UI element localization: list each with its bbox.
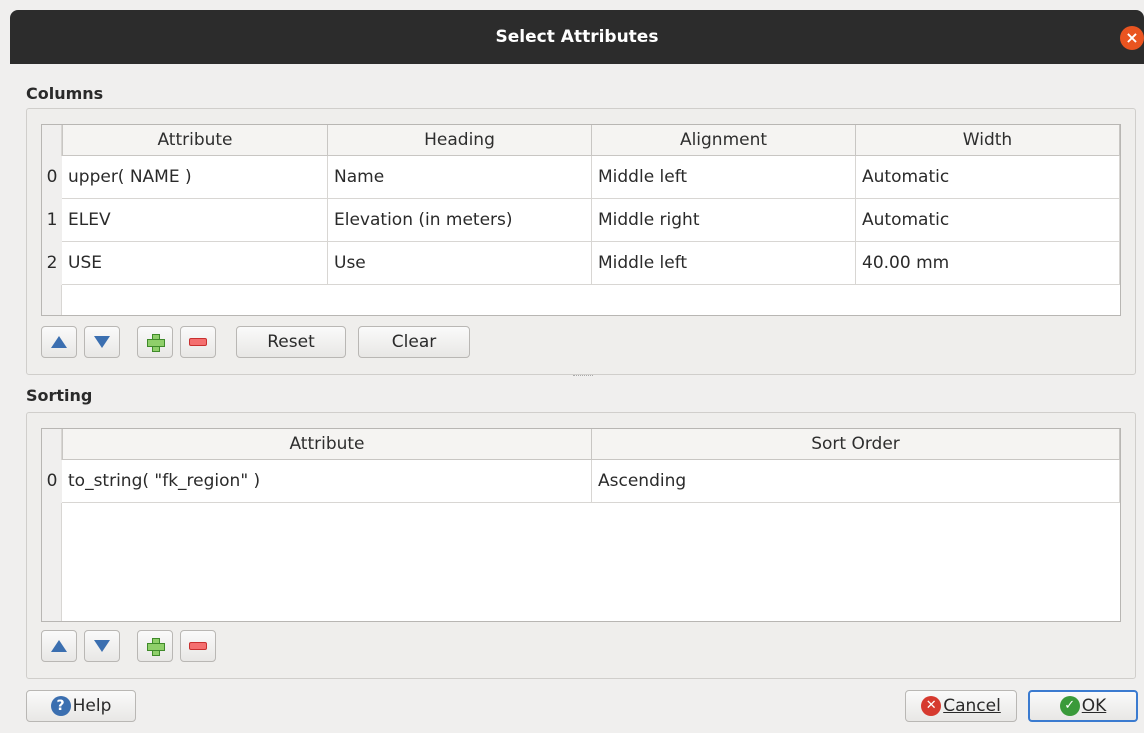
header-sort-order[interactable]: Sort Order <box>592 429 1120 459</box>
cell-alignment[interactable]: Middle left <box>592 242 856 285</box>
add-column-button[interactable] <box>137 326 173 358</box>
check-icon: ✓ <box>1059 696 1080 716</box>
cell-heading[interactable]: Use <box>328 242 592 285</box>
table-row[interactable]: 0 to_string( "fk_region" ) Ascending <box>42 460 1120 503</box>
move-up-button[interactable] <box>41 630 77 662</box>
cell-heading[interactable]: Elevation (in meters) <box>328 199 592 242</box>
header-attribute[interactable]: Attribute <box>62 125 328 155</box>
sorting-table[interactable]: Attribute Sort Order 0 to_string( "fk_re… <box>41 428 1121 622</box>
row-number: 0 <box>42 460 62 503</box>
cell-heading[interactable]: Name <box>328 156 592 199</box>
move-down-button[interactable] <box>84 630 120 662</box>
window-title: Select Attributes <box>495 27 659 47</box>
arrow-down-icon <box>94 336 110 348</box>
cell-attribute[interactable]: to_string( "fk_region" ) <box>62 460 592 503</box>
add-sort-button[interactable] <box>137 630 173 662</box>
help-button[interactable]: ? Help <box>26 690 136 722</box>
table-row[interactable]: 2 USE Use Middle left 40.00 mm <box>42 242 1120 285</box>
arrow-down-icon <box>94 640 110 652</box>
columns-group: Attribute Heading Alignment Width 0 uppe… <box>26 108 1136 375</box>
remove-sort-button[interactable] <box>180 630 216 662</box>
clear-button[interactable]: Clear <box>358 326 470 358</box>
ok-label: OK <box>1081 696 1107 716</box>
cell-alignment[interactable]: Middle left <box>592 156 856 199</box>
row-number: 0 <box>42 156 62 199</box>
columns-table-header: Attribute Heading Alignment Width <box>62 125 1120 156</box>
sorting-group: Attribute Sort Order 0 to_string( "fk_re… <box>26 412 1136 679</box>
help-icon: ? <box>50 696 71 716</box>
columns-table[interactable]: Attribute Heading Alignment Width 0 uppe… <box>41 124 1121 316</box>
row-number-column <box>42 429 62 621</box>
header-width[interactable]: Width <box>856 125 1120 155</box>
sorting-table-header: Attribute Sort Order <box>62 429 1120 460</box>
title-bar: Select Attributes × <box>10 10 1144 64</box>
dialog-body: Columns Attribute Heading Alignment Widt… <box>10 64 1144 733</box>
arrow-up-icon <box>51 336 67 348</box>
header-attribute[interactable]: Attribute <box>62 429 592 459</box>
minus-icon <box>189 338 207 346</box>
move-down-button[interactable] <box>84 326 120 358</box>
header-heading[interactable]: Heading <box>328 125 592 155</box>
sorting-group-title: Sorting <box>26 386 93 405</box>
header-alignment[interactable]: Alignment <box>592 125 856 155</box>
row-number: 1 <box>42 199 62 242</box>
remove-column-button[interactable] <box>180 326 216 358</box>
minus-icon <box>189 642 207 650</box>
cancel-button[interactable]: ✕ Cancel <box>905 690 1017 722</box>
cell-alignment[interactable]: Middle right <box>592 199 856 242</box>
columns-group-title: Columns <box>26 84 104 103</box>
plus-icon <box>146 637 165 656</box>
reset-button[interactable]: Reset <box>236 326 346 358</box>
plus-icon <box>146 333 165 352</box>
cell-attribute[interactable]: upper( NAME ) <box>62 156 328 199</box>
help-label: Help <box>72 696 112 716</box>
ok-button[interactable]: ✓ OK <box>1028 690 1138 722</box>
splitter-handle[interactable] <box>573 375 593 379</box>
cell-attribute[interactable]: ELEV <box>62 199 328 242</box>
arrow-up-icon <box>51 640 67 652</box>
close-button[interactable]: × <box>1120 26 1144 50</box>
cancel-label: Cancel <box>943 696 1001 716</box>
cancel-icon: ✕ <box>921 696 942 716</box>
cell-sort-order[interactable]: Ascending <box>592 460 1120 503</box>
cell-width[interactable]: 40.00 mm <box>856 242 1120 285</box>
table-row[interactable]: 1 ELEV Elevation (in meters) Middle righ… <box>42 199 1120 242</box>
cell-width[interactable]: Automatic <box>856 199 1120 242</box>
move-up-button[interactable] <box>41 326 77 358</box>
cell-width[interactable]: Automatic <box>856 156 1120 199</box>
row-number: 2 <box>42 242 62 285</box>
table-row[interactable]: 0 upper( NAME ) Name Middle left Automat… <box>42 156 1120 199</box>
cell-attribute[interactable]: USE <box>62 242 328 285</box>
